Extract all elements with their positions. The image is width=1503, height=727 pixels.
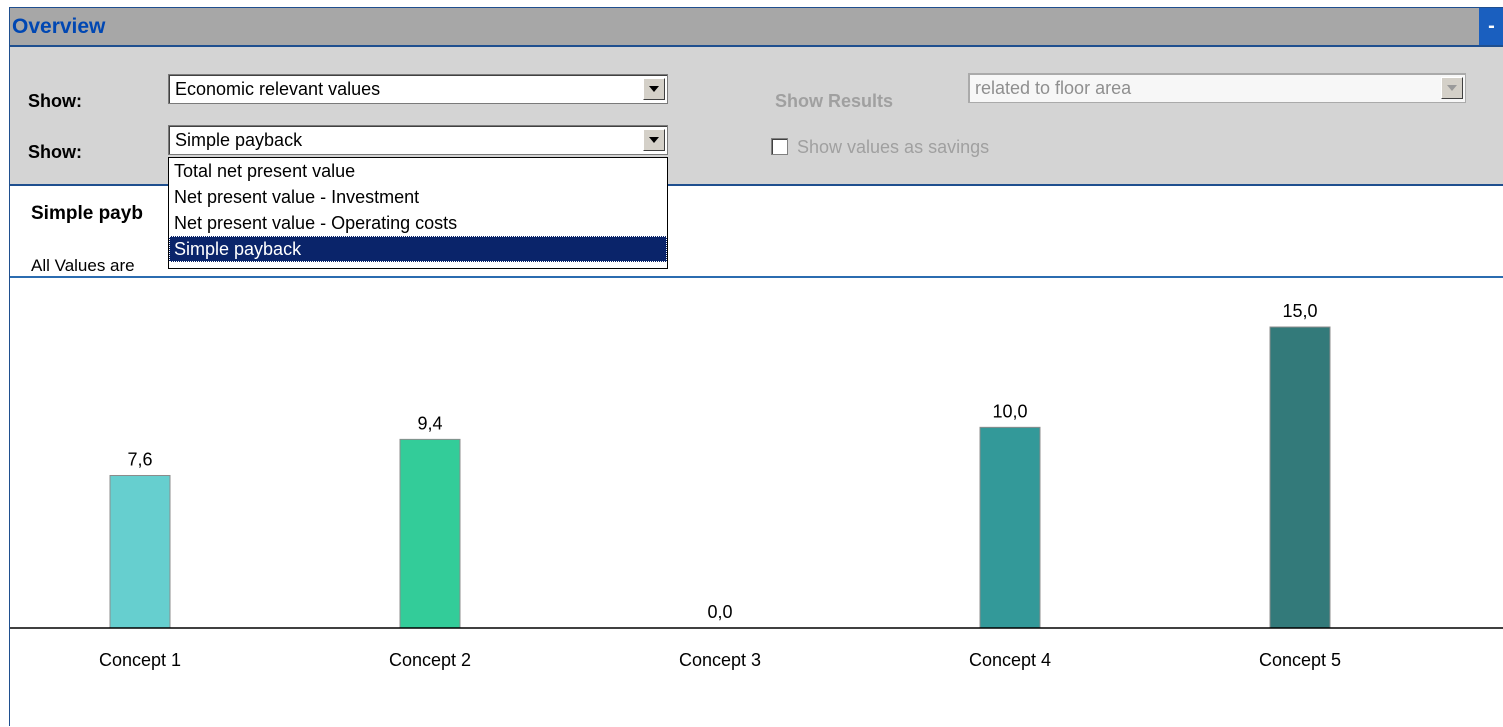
- dropdown-option[interactable]: Total net present value: [169, 158, 667, 184]
- category-label: Concept 4: [969, 650, 1051, 670]
- show-dropdown-list[interactable]: Total net present value Net present value…: [168, 157, 668, 269]
- category-label: Concept 3: [679, 650, 761, 670]
- bar-value-label: 15,0: [1282, 301, 1317, 321]
- bar-5: [1269, 326, 1331, 629]
- dropdown-option[interactable]: Simple payback: [169, 236, 667, 262]
- dropdown-option[interactable]: Net present value - Operating costs: [169, 210, 667, 236]
- overview-panel: Overview - Show: Economic relevant value…: [9, 7, 1503, 726]
- bar-value-label: 0,0: [707, 602, 732, 622]
- bar-4: [979, 426, 1041, 629]
- category-label: Concept 2: [389, 650, 471, 670]
- bar-value-label: 9,4: [417, 413, 442, 433]
- bar-value-label: 7,6: [127, 449, 152, 469]
- bar-1: [109, 474, 171, 629]
- bar-chart: 7,6 Concept 1 9,4 Concept 2 0,0 Concept 3 10,0…: [10, 301, 1503, 670]
- category-label: Concept 5: [1259, 650, 1341, 670]
- bar-value-label: 10,0: [992, 401, 1027, 421]
- category-label: Concept 1: [99, 650, 181, 670]
- bar-2: [399, 438, 461, 629]
- dropdown-option[interactable]: Net present value - Investment: [169, 184, 667, 210]
